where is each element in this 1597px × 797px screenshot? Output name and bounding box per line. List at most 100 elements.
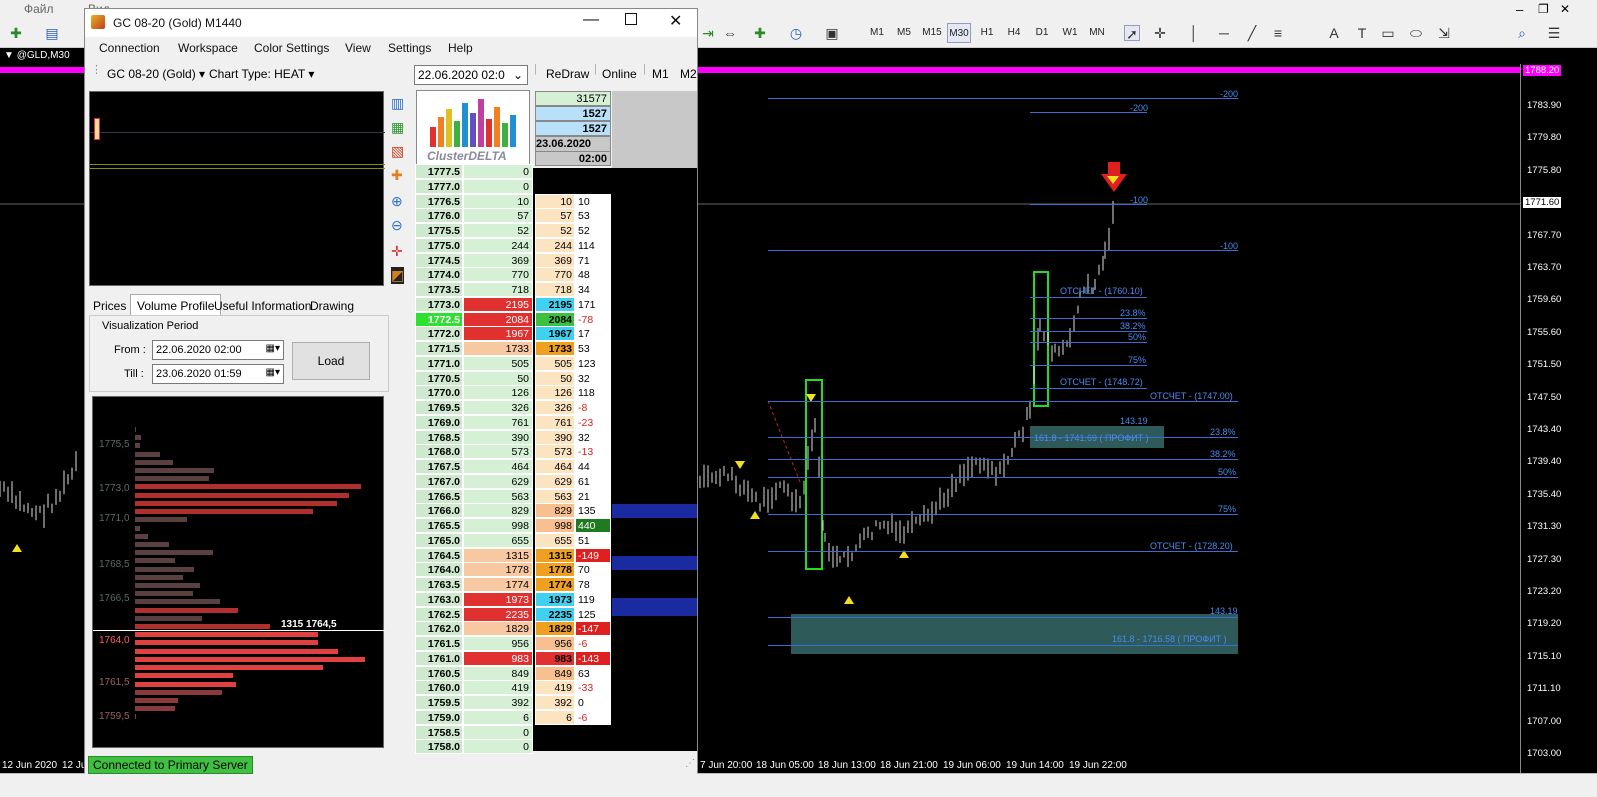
instrument-select[interactable]: GC 08-20 (Gold) ▾ — [107, 67, 205, 81]
crosshair-icon[interactable]: ✛ — [1152, 25, 1168, 41]
bar-chart-icon[interactable]: ▥ — [391, 95, 404, 112]
menu-settings[interactable]: Settings — [388, 41, 431, 55]
calendar-icon[interactable]: ▦▾ — [266, 343, 280, 354]
cluster-icon[interactable]: ▦ — [391, 119, 404, 136]
till-date-input[interactable]: 23.06.2020 01:59 ▦▾ — [152, 364, 284, 384]
volume-bar — [135, 566, 194, 572]
date-picker[interactable]: 22.06.2020 02:0 ⌄ — [414, 65, 528, 85]
tf-h4[interactable]: H4 — [1004, 23, 1024, 43]
fibo-icon[interactable]: ≡ — [1270, 25, 1286, 41]
menu-color-settings[interactable]: Color Settings — [254, 41, 329, 55]
chart-settings-icon[interactable]: ◩ — [391, 267, 405, 284]
vertical-line-icon[interactable]: │ — [1186, 25, 1202, 41]
price-tick: 1707.00 — [1527, 715, 1562, 727]
fib-line — [768, 98, 1238, 99]
zoom-in-icon[interactable]: ⊕ — [391, 193, 403, 210]
menu-file[interactable]: Файл — [24, 2, 54, 16]
tf-h1[interactable]: H1 — [977, 23, 997, 43]
calendar-icon[interactable]: ▦▾ — [266, 367, 280, 378]
volume-bar — [135, 533, 148, 539]
price-axis[interactable]: 1783.90 1779.80 1775.80 1771.60 1767.70 1763.… — [1520, 64, 1597, 773]
ellipse-icon[interactable]: ⬭ — [1408, 25, 1424, 41]
redraw-button[interactable]: ReDraw — [546, 67, 589, 81]
volume-bar — [135, 574, 183, 580]
text-label-icon[interactable]: T — [1354, 25, 1370, 41]
volume-bar — [135, 640, 318, 646]
maximize-icon[interactable]: ❐ — [1538, 2, 1549, 16]
menu-workspace[interactable]: Workspace — [178, 41, 238, 55]
menu-view[interactable]: View — [345, 41, 371, 55]
tf-m1-button[interactable]: M1 — [652, 67, 669, 81]
menu-help[interactable]: Help — [448, 41, 473, 55]
poc-line — [93, 630, 385, 631]
close-icon[interactable]: ✕ — [669, 11, 682, 31]
templates-icon[interactable]: ▣ — [824, 25, 840, 41]
time-label: 18 Jun 05:00 — [756, 760, 814, 771]
horizontal-line-icon[interactable]: ─ — [1216, 25, 1232, 41]
tf-w1[interactable]: W1 — [1059, 23, 1081, 43]
tf-d1[interactable]: D1 — [1032, 23, 1052, 43]
tab-useful-information[interactable]: Useful Information — [214, 299, 311, 313]
fib-label: 143.19 — [1210, 606, 1238, 616]
price-tick: 1731.30 — [1527, 521, 1562, 533]
minimize-icon[interactable]: — — [583, 11, 599, 29]
zoom-out-icon[interactable]: ⊖ — [391, 217, 403, 234]
separator: | — [534, 63, 537, 75]
search-icon[interactable]: ⌕ — [1514, 25, 1530, 41]
chart-tab-label[interactable]: ▼ @GLD,M30 — [4, 50, 70, 61]
settings-icon[interactable]: ☰ — [1546, 25, 1562, 41]
load-button[interactable]: Load — [292, 342, 370, 380]
price-tick: 1719.20 — [1527, 618, 1562, 630]
online-button[interactable]: Online — [602, 67, 637, 81]
crosshair-icon[interactable]: ✛ — [391, 243, 403, 260]
from-date-input[interactable]: 22.06.2020 02:00 ▦▾ — [152, 340, 284, 360]
mini-chart[interactable] — [89, 91, 385, 286]
chart-shift-icon[interactable]: ⇥ — [700, 25, 716, 41]
volume-bar — [135, 550, 214, 556]
maximize-icon[interactable] — [625, 13, 637, 25]
cursor-icon[interactable]: ➚ — [1124, 25, 1140, 42]
tab-strip: Prices Volume Profile Useful Information… — [89, 293, 389, 316]
tf-m1[interactable]: M1 — [866, 23, 888, 43]
close-icon[interactable]: ✕ — [1560, 2, 1570, 16]
price-tick: 1763.70 — [1527, 262, 1562, 273]
resize-grip-icon[interactable]: ⋰ — [685, 758, 695, 769]
tf-m5[interactable]: M5 — [893, 23, 915, 43]
indicators-icon[interactable]: ✚ — [752, 25, 768, 41]
fib-line — [768, 437, 1238, 438]
tab-volume-profile[interactable]: Volume Profile — [130, 294, 222, 316]
volume-bar — [135, 476, 209, 482]
volume-bar — [135, 509, 314, 515]
tab-drawing[interactable]: Drawing — [310, 299, 354, 313]
time-label: 18 Jun 21:00 — [880, 760, 938, 771]
arrows-icon[interactable]: ⇲ — [1436, 25, 1452, 41]
new-chart-icon[interactable]: ✚ — [8, 25, 24, 41]
fib-line — [768, 401, 1238, 402]
volume-profile-chart[interactable]: 1315 1764,5 1775,5 1773,0 1771,0 1768,5 1766… — [92, 396, 385, 748]
tf-m30[interactable]: M30 — [947, 23, 971, 43]
window-titlebar[interactable]: GC 08-20 (Gold) M1440 — ✕ — [85, 9, 697, 37]
delta-icon[interactable]: ▧ — [391, 143, 404, 160]
periods-icon[interactable]: ◷ — [788, 25, 804, 41]
clusterdelta-logo-bars — [430, 99, 516, 147]
total-volume: 31577 — [535, 91, 611, 106]
price-tick: 1779.80 — [1527, 132, 1562, 144]
price-tick: 1739.40 — [1527, 456, 1562, 468]
rectangle-icon[interactable]: ▭ — [1380, 25, 1396, 41]
chart-type-select[interactable]: Chart Type: HEAT ▾ — [209, 67, 314, 81]
minimize-icon[interactable]: – — [1516, 2, 1523, 17]
volume-bar — [135, 665, 324, 671]
text-icon[interactable]: A — [1326, 25, 1342, 41]
profile-icon[interactable]: ✚ — [391, 167, 403, 184]
window-title: GC 08-20 (Gold) M1440 — [113, 16, 242, 30]
tf-m2-button[interactable]: M2 — [680, 67, 697, 81]
logo-text: ClusterDELTA — [427, 149, 507, 163]
tf-m15[interactable]: M15 — [920, 23, 944, 43]
autoscroll-icon[interactable]: ⇔ — [722, 25, 738, 41]
tab-prices[interactable]: Prices — [93, 299, 126, 313]
menu-connection[interactable]: Connection — [99, 41, 160, 55]
profiles-icon[interactable]: ▤ — [44, 25, 60, 41]
trendline-icon[interactable]: ╱ — [1244, 25, 1260, 41]
price-tick: 1743.40 — [1527, 424, 1562, 435]
tf-mn[interactable]: MN — [1086, 23, 1108, 43]
